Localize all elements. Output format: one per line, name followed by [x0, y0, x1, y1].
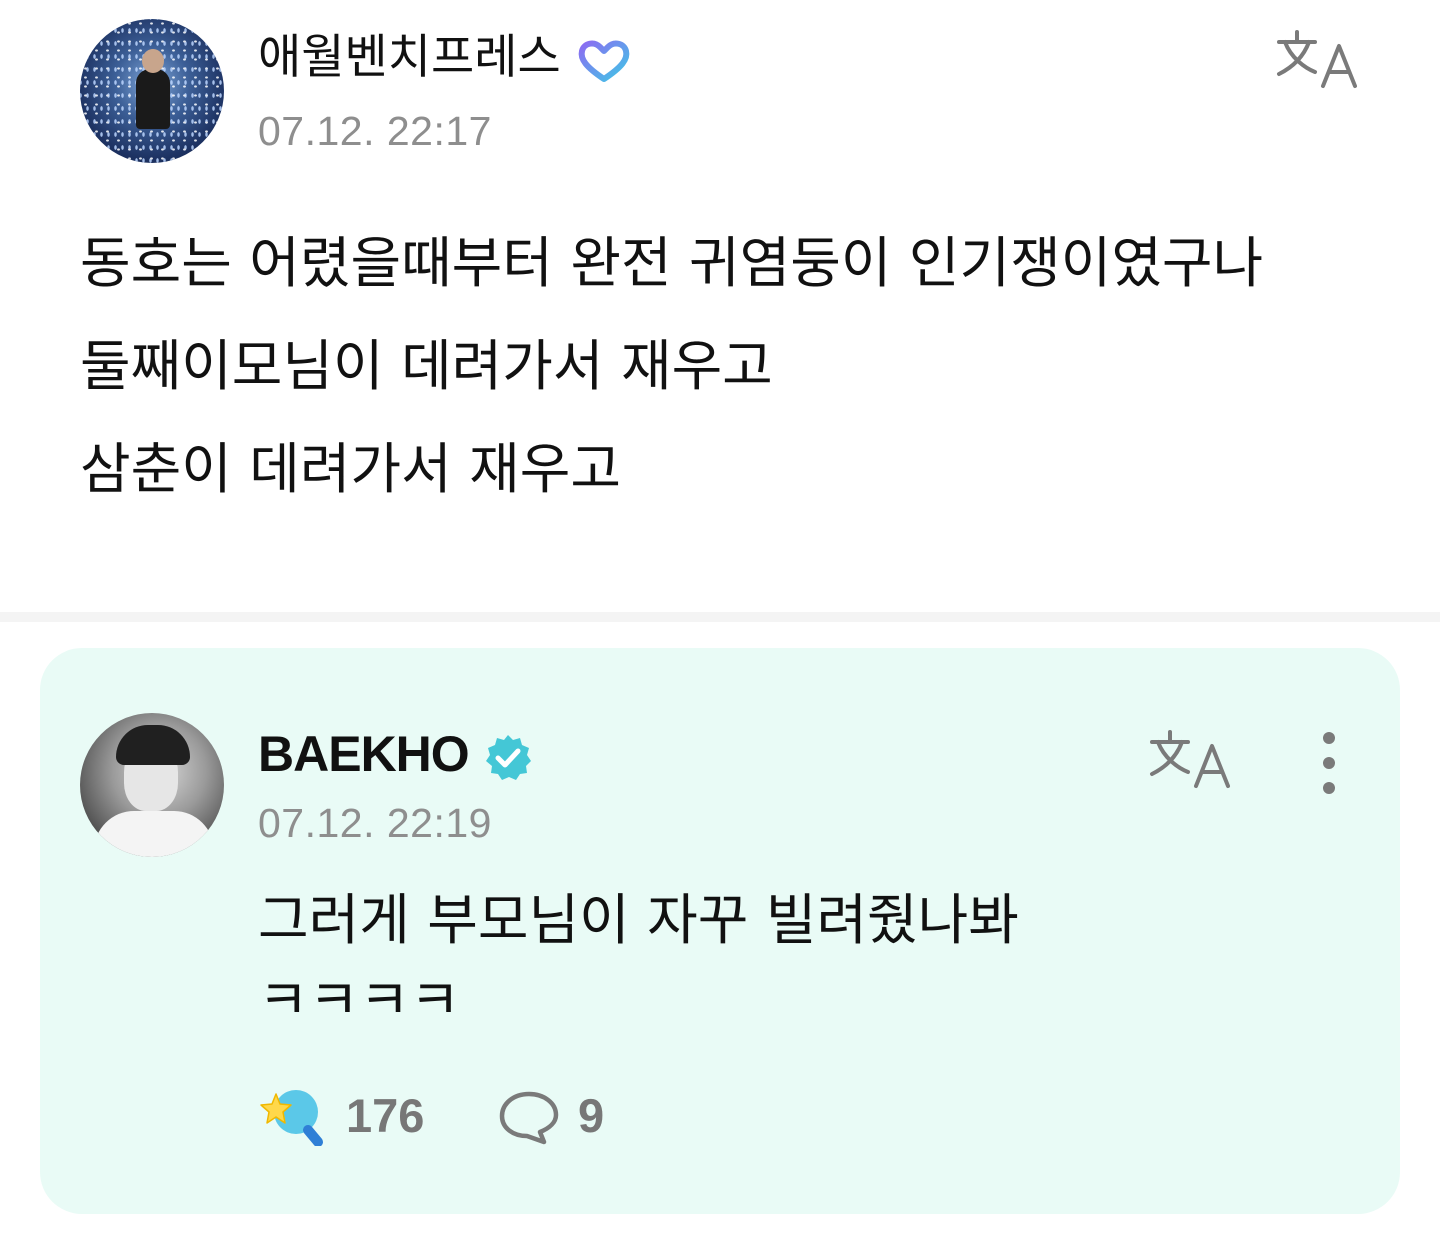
- section-divider: [0, 612, 1440, 622]
- fan-post-body: 동호는 어렸을때부터 완전 귀염둥이 인기쟁이였구나 둘째이모님이 데려가서 재…: [80, 212, 1380, 521]
- fan-author-row[interactable]: 애월벤치프레스: [258, 30, 632, 86]
- weverse-reaction-icon[interactable]: [258, 1084, 328, 1146]
- post-body-line: 둘째이모님이 데려가서 재우고: [80, 334, 773, 398]
- artist-comment-body: 그러게 부모님이 자꾸 빌려줬나봐 ㅋㅋㅋㅋ: [258, 880, 1019, 1040]
- membership-heart-icon: [578, 40, 629, 82]
- fan-avatar[interactable]: [80, 19, 224, 163]
- artist-avatar[interactable]: [80, 713, 224, 857]
- reaction-count: 176: [346, 1089, 425, 1142]
- post-body-line: 동호는 어렸을때부터 완전 귀염둥이 인기쟁이였구나: [80, 231, 1264, 295]
- comment-actions: 176 9: [258, 1080, 758, 1150]
- translate-icon[interactable]: [1275, 28, 1361, 90]
- comment-body-line: ㅋㅋㅋㅋ: [258, 968, 461, 1032]
- fan-post: 애월벤치프레스 07.12. 22:17 동호는 어렸을때부터 완전 귀염둥이 …: [0, 0, 1440, 612]
- artist-author-row[interactable]: BAEKHO: [258, 726, 534, 784]
- artist-timestamp: 07.12. 22:19: [258, 800, 492, 846]
- artist-author-name[interactable]: BAEKHO: [258, 726, 470, 782]
- comment-bubble-icon[interactable]: [498, 1090, 560, 1146]
- verified-badge-icon: [485, 734, 531, 780]
- comment-body-line: 그러게 부모님이 자꾸 빌려줬나봐: [258, 888, 1019, 952]
- post-body-line: 삼춘이 데려가서 재우고: [80, 437, 621, 501]
- reply-count: 9: [578, 1089, 605, 1142]
- translate-icon[interactable]: [1148, 728, 1234, 790]
- fan-author-name[interactable]: 애월벤치프레스: [258, 30, 561, 85]
- more-vertical-icon[interactable]: [1312, 730, 1346, 796]
- fan-timestamp: 07.12. 22:17: [258, 108, 492, 154]
